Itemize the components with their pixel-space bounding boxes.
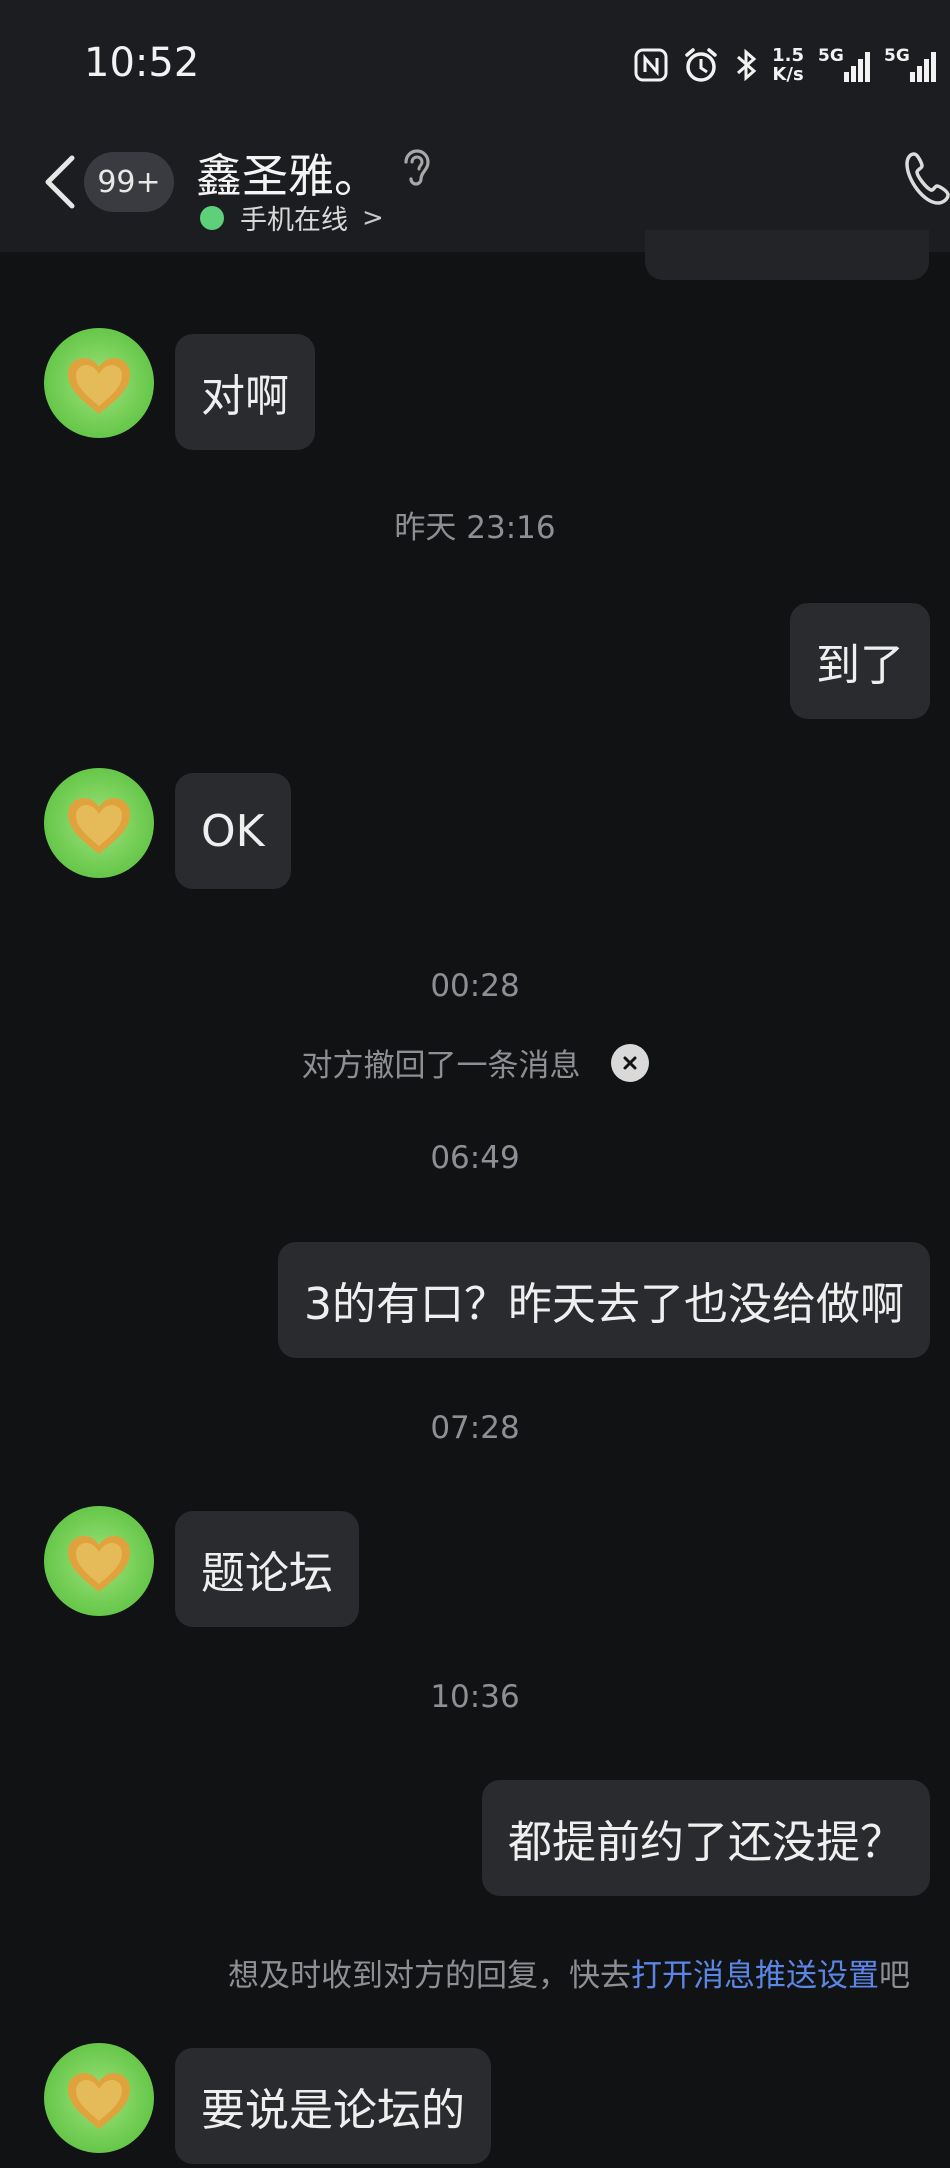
- partial-message-bubble: [645, 230, 929, 280]
- chevron-right-icon: >: [362, 202, 384, 233]
- unread-badge[interactable]: 99+: [84, 152, 174, 212]
- message-timestamp: 07:28: [430, 1410, 520, 1446]
- earpiece-mode-icon[interactable]: [400, 146, 434, 194]
- message-bubble-me[interactable]: 到了: [790, 603, 930, 719]
- push-settings-notice: 想及时收到对方的回复，快去打开消息推送设置吧: [228, 1950, 910, 1995]
- top-bar: 10:52 1.5 K/s 5G 5G 99+ 鑫圣雅。 手机在线 >: [0, 0, 950, 252]
- signal-5g-icon-1: 5G: [818, 46, 870, 82]
- bluetooth-icon: [734, 47, 758, 83]
- contact-avatar[interactable]: [44, 328, 154, 438]
- phone-call-icon[interactable]: [904, 150, 950, 210]
- message-timestamp: 10:36: [430, 1679, 520, 1715]
- signal-5g-icon-2: 5G: [884, 46, 936, 82]
- net-speed: 1.5 K/s: [772, 46, 804, 84]
- message-bubble-me[interactable]: 都提前约了还没提？: [482, 1780, 930, 1896]
- close-icon[interactable]: [610, 1043, 649, 1082]
- open-push-settings-link[interactable]: 打开消息推送设置: [631, 1958, 879, 1994]
- nfc-icon: [634, 48, 668, 82]
- network-type-2: 5G: [884, 46, 910, 66]
- message-bubble-contact[interactable]: 对啊: [175, 334, 315, 450]
- back-button[interactable]: [40, 152, 80, 212]
- network-type-1: 5G: [818, 46, 844, 66]
- recalled-message-notice: 对方撤回了一条消息: [0, 1040, 950, 1085]
- message-timestamp: 00:28: [430, 968, 520, 1004]
- heart-avatar-icon: [68, 2073, 130, 2129]
- message-bubble-contact[interactable]: 要说是论坛的: [175, 2048, 491, 2164]
- contact-avatar[interactable]: [44, 768, 154, 878]
- contact-avatar[interactable]: [44, 1506, 154, 1616]
- heart-avatar-icon: [68, 1536, 130, 1592]
- online-status[interactable]: 手机在线 >: [200, 198, 384, 237]
- status-icons: 1.5 K/s 5G 5G: [634, 42, 936, 88]
- status-time: 10:52: [84, 40, 200, 86]
- notice-prefix: 想及时收到对方的回复，快去: [228, 1958, 631, 1994]
- message-bubble-contact[interactable]: OK: [175, 773, 291, 889]
- net-speed-value: 1.5: [772, 45, 804, 66]
- message-bubble-contact[interactable]: 题论坛: [175, 1511, 359, 1627]
- message-timestamp: 昨天 23:16: [394, 510, 556, 546]
- message-bubble-me[interactable]: 3的有口？昨天去了也没给做啊: [278, 1242, 930, 1358]
- heart-avatar-icon: [68, 358, 130, 414]
- net-speed-unit: K/s: [772, 64, 804, 85]
- chevron-left-icon: [45, 155, 75, 209]
- online-status-label: 手机在线: [240, 205, 348, 236]
- alarm-icon: [682, 46, 720, 84]
- recalled-message-text: 对方撤回了一条消息: [301, 1048, 581, 1084]
- contact-avatar[interactable]: [44, 2043, 154, 2153]
- message-timestamp: 06:49: [430, 1140, 520, 1176]
- online-dot-icon: [200, 205, 224, 230]
- contact-name[interactable]: 鑫圣雅。: [196, 140, 380, 206]
- heart-avatar-icon: [68, 798, 130, 854]
- notice-suffix: 吧: [879, 1958, 910, 1994]
